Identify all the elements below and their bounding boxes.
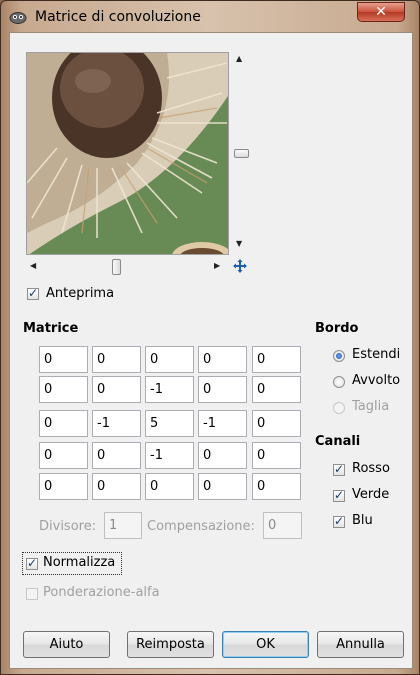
offset-label: Compensazione: <box>147 519 255 534</box>
matrix-cell[interactable]: 0 <box>252 376 301 403</box>
dialog-content: ▲ ▼ ◀ ▶ Anteprima Matrice 0 0 0 0 0 0 0 … <box>9 32 413 669</box>
divisor-label: Divisore: <box>39 519 97 534</box>
normalize-checkbox[interactable] <box>26 556 38 570</box>
help-button[interactable]: Aiuto <box>23 631 110 658</box>
alpha-weighting-label: Ponderazione-alfa <box>43 585 160 600</box>
preview-vertical-scrollbar[interactable]: ▲ ▼ <box>232 52 249 255</box>
matrix-cell[interactable]: 0 <box>252 442 301 469</box>
matrix-cell[interactable]: 0 <box>198 442 247 469</box>
matrix-cell[interactable]: 5 <box>145 410 194 437</box>
matrix-cell[interactable]: 0 <box>145 473 194 500</box>
scroll-up-arrow-icon[interactable]: ▲ <box>236 54 242 63</box>
matrix-cell[interactable]: 0 <box>39 442 88 469</box>
matrix-cell[interactable]: 0 <box>145 346 194 373</box>
channel-red-checkbox[interactable] <box>333 462 345 476</box>
radio-extend[interactable] <box>333 350 345 362</box>
title-bar[interactable]: Matrice di convoluzione ✕ <box>1 1 419 33</box>
matrix-cell[interactable]: 0 <box>39 346 88 373</box>
preview-image[interactable] <box>26 52 229 255</box>
divisor-field[interactable]: 1 <box>104 512 142 539</box>
channel-red-label[interactable]: Rosso <box>352 461 390 476</box>
gimp-app-icon <box>9 12 27 24</box>
matrix-cell[interactable]: 0 <box>39 473 88 500</box>
radio-wrap-label[interactable]: Avvolto <box>352 373 400 388</box>
channels-section-title: Canali <box>315 434 361 449</box>
horizontal-scroll-thumb[interactable] <box>112 259 121 275</box>
channel-green-label[interactable]: Verde <box>352 487 389 502</box>
matrix-cell[interactable]: 0 <box>92 376 141 403</box>
matrix-cell[interactable]: -1 <box>145 376 194 403</box>
matrix-cell[interactable]: -1 <box>92 410 141 437</box>
scroll-right-arrow-icon[interactable]: ▶ <box>214 261 220 270</box>
navigate-move-icon[interactable] <box>232 258 248 274</box>
matrix-cell[interactable]: 0 <box>39 376 88 403</box>
radio-crop-label: Taglia <box>352 399 390 414</box>
matrix-cell[interactable]: 0 <box>92 442 141 469</box>
border-section-title: Bordo <box>315 321 359 336</box>
preview-canvas <box>27 53 228 254</box>
radio-crop <box>333 402 345 414</box>
channel-blue-checkbox[interactable] <box>333 514 345 528</box>
channel-blue-label[interactable]: Blu <box>352 513 373 528</box>
preview-checkbox[interactable] <box>27 286 39 300</box>
preview-checkbox-label[interactable]: Anteprima <box>46 286 114 301</box>
matrix-cell[interactable]: -1 <box>145 442 194 469</box>
dialog-window: Matrice di convoluzione ✕ ▲ ▼ ◀ ▶ ✓ Ante… <box>0 0 420 675</box>
radio-extend-label[interactable]: Estendi <box>352 347 400 362</box>
matrix-cell[interactable]: -1 <box>198 410 247 437</box>
offset-field[interactable]: 0 <box>263 512 302 539</box>
matrix-cell[interactable]: 0 <box>92 473 141 500</box>
matrix-cell[interactable]: 0 <box>39 410 88 437</box>
reset-button[interactable]: Reimposta <box>127 631 214 658</box>
normalize-label[interactable]: Normalizza <box>43 555 115 570</box>
preview-horizontal-scrollbar[interactable]: ◀ ▶ <box>26 258 229 275</box>
matrix-cell[interactable]: 0 <box>92 346 141 373</box>
scroll-down-arrow-icon[interactable]: ▼ <box>236 239 242 248</box>
matrix-cell[interactable]: 0 <box>252 346 301 373</box>
matrix-section-title: Matrice <box>23 321 79 336</box>
window-title: Matrice di convoluzione <box>35 9 201 25</box>
matrix-cell[interactable]: 0 <box>198 376 247 403</box>
cancel-button[interactable]: Annulla <box>317 631 404 658</box>
matrix-cell[interactable]: 0 <box>198 473 247 500</box>
channel-green-checkbox[interactable] <box>333 488 345 502</box>
radio-wrap[interactable] <box>333 376 345 388</box>
matrix-cell[interactable]: 0 <box>198 346 247 373</box>
alpha-weighting-checkbox <box>26 588 38 600</box>
ok-button[interactable]: OK <box>222 631 309 658</box>
vertical-scroll-thumb[interactable] <box>234 149 249 158</box>
scroll-left-arrow-icon[interactable]: ◀ <box>30 261 36 270</box>
matrix-cell[interactable]: 0 <box>252 410 301 437</box>
close-button[interactable]: ✕ <box>357 2 405 22</box>
matrix-cell[interactable]: 0 <box>252 473 301 500</box>
